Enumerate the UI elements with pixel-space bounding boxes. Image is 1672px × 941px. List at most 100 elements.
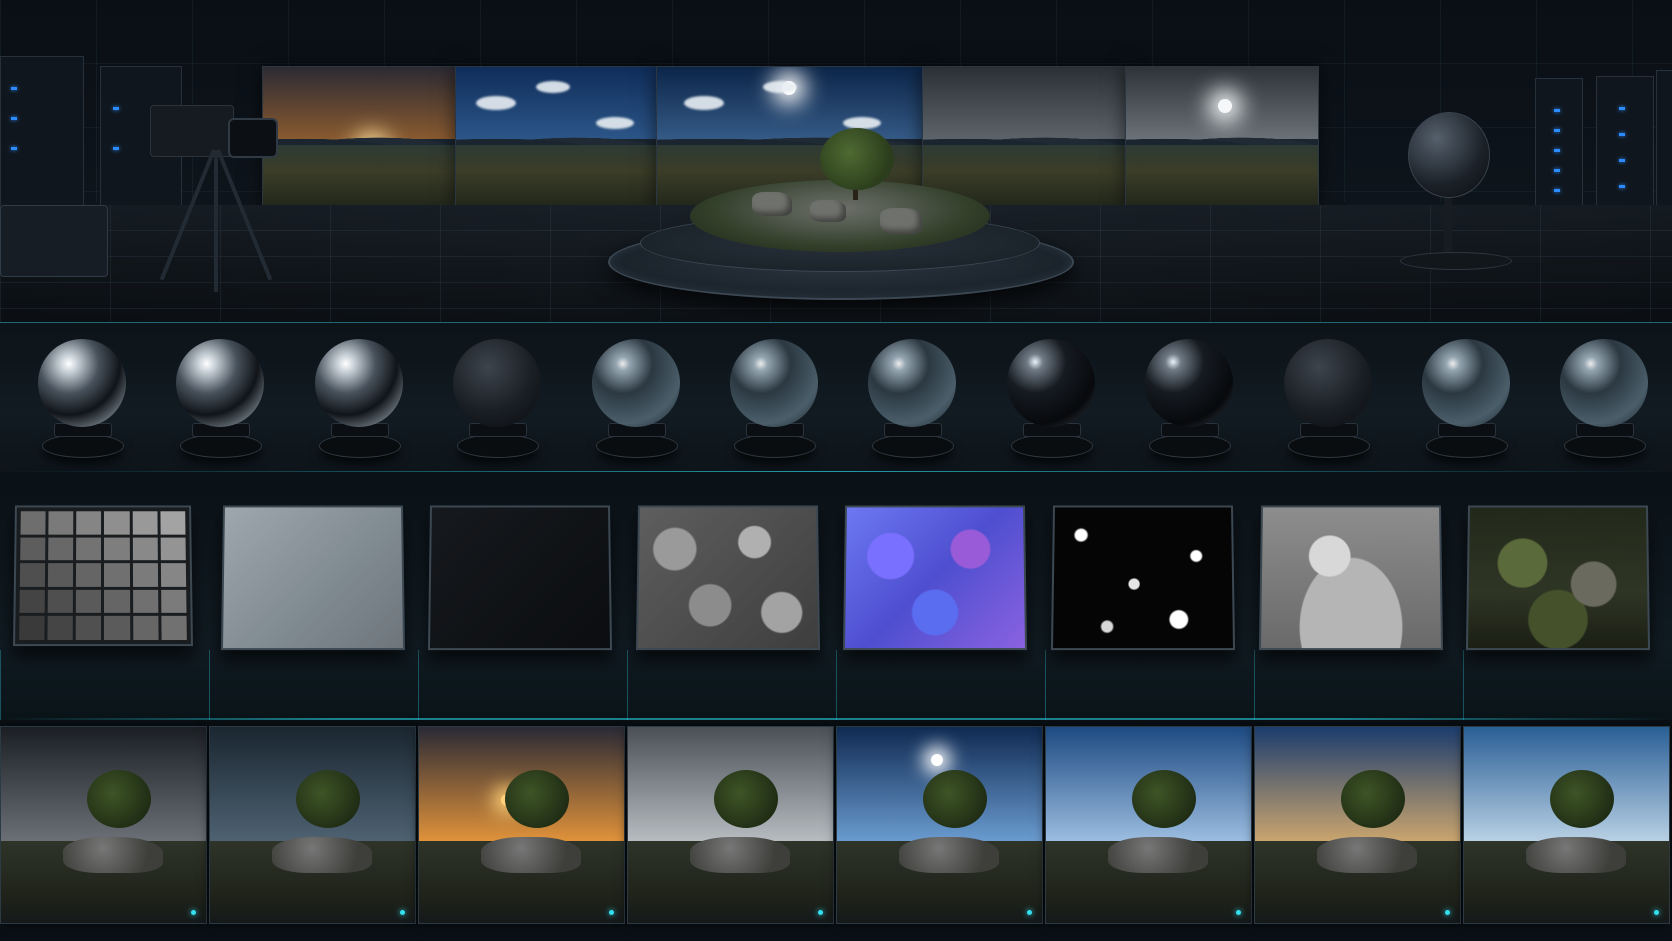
render-preview-golden-clouds xyxy=(1254,726,1461,924)
island-rock xyxy=(880,208,922,234)
preview-rocks xyxy=(271,836,372,873)
checker-swatch xyxy=(132,537,158,561)
checker-swatch xyxy=(132,589,159,614)
checker-swatch xyxy=(160,537,186,561)
probe-base xyxy=(457,434,540,458)
checker-swatch xyxy=(48,511,74,535)
landscape xyxy=(263,144,455,211)
checker-swatch xyxy=(19,616,45,641)
hdri-panel-overcast-sun xyxy=(1125,66,1319,212)
checker-swatch xyxy=(48,563,74,587)
preview-tree xyxy=(505,770,570,829)
status-indicator-dot xyxy=(191,910,196,915)
checker-swatch xyxy=(160,511,186,535)
checker-swatch xyxy=(20,537,46,561)
material-probe-matte xyxy=(449,339,545,459)
preview-tree xyxy=(1550,770,1615,829)
camera-stand xyxy=(1444,194,1452,256)
chrome-sphere xyxy=(176,339,265,427)
checker-swatch xyxy=(76,537,102,561)
island-rock xyxy=(810,200,846,222)
probe-base xyxy=(734,434,816,458)
texture-tile-normal-map xyxy=(843,505,1028,651)
probe-base xyxy=(595,434,678,458)
chrome-sphere xyxy=(38,339,126,427)
cinema-camera-icon xyxy=(150,105,234,157)
glass-sphere xyxy=(591,339,680,427)
preview-tree xyxy=(87,770,152,829)
probe-base xyxy=(180,434,263,458)
render-preview-stormy xyxy=(0,726,207,924)
matte-sphere xyxy=(453,339,542,427)
checker-swatch xyxy=(48,537,74,561)
material-probe-chrome xyxy=(172,339,268,459)
preview-rocks xyxy=(689,836,790,873)
hdri-panel-overcast xyxy=(922,66,1126,212)
status-indicator-dot xyxy=(818,910,823,915)
material-probe-glossy xyxy=(1003,339,1099,459)
material-probe-chrome xyxy=(311,339,407,459)
material-probe-glass xyxy=(726,339,822,459)
landscape xyxy=(456,144,656,211)
preview-rocks xyxy=(1107,836,1208,873)
island-rock xyxy=(752,192,792,216)
spherical-360-camera-icon xyxy=(1408,112,1490,198)
status-indicator-dot xyxy=(1445,910,1450,915)
camera-stand-base xyxy=(1400,252,1512,270)
texture-tile-black-card xyxy=(428,505,613,651)
status-indicator-dot xyxy=(1027,910,1032,915)
probe-base xyxy=(872,434,955,458)
checker-swatch xyxy=(104,511,130,535)
status-indicator-dot xyxy=(609,910,614,915)
camera-lens-icon xyxy=(228,118,278,158)
tripod-leg xyxy=(214,150,218,292)
glossy-sphere xyxy=(1145,339,1234,427)
render-preview-clear-sky-sun xyxy=(836,726,1043,924)
checker-swatch xyxy=(160,589,187,614)
status-indicator-dot xyxy=(1654,910,1659,915)
checker-swatch xyxy=(104,563,130,587)
preview-tree xyxy=(1341,770,1406,829)
probe-base xyxy=(1426,434,1508,458)
preview-rocks xyxy=(480,836,581,873)
checker-swatch xyxy=(76,511,102,535)
texture-tile-height-map xyxy=(635,505,820,651)
sun-icon xyxy=(1218,98,1233,113)
material-probe-chrome xyxy=(34,339,130,459)
texture-map-shelf xyxy=(0,472,1672,720)
probe-base xyxy=(318,434,401,458)
material-probe-glass xyxy=(1556,339,1652,459)
preview-rocks xyxy=(1316,836,1417,873)
preview-tree xyxy=(714,770,779,829)
checker-swatch xyxy=(132,511,158,535)
material-probe-matte xyxy=(1280,339,1376,459)
texture-tile-gray-card xyxy=(220,505,405,651)
material-probe-glass xyxy=(1418,339,1514,459)
hdri-stage xyxy=(0,0,1672,322)
checker-swatch xyxy=(160,563,187,587)
checker-swatch xyxy=(47,616,74,641)
checker-swatch xyxy=(76,616,102,641)
status-indicator-dot xyxy=(1236,910,1241,915)
checker-swatch xyxy=(104,537,130,561)
checker-swatch xyxy=(104,616,130,641)
status-indicator-dot xyxy=(400,910,405,915)
hdri-panel-sunset xyxy=(262,66,456,212)
texture-tile-ao-map xyxy=(1258,505,1443,651)
preview-rocks xyxy=(1525,836,1626,873)
checker-swatch xyxy=(76,563,102,587)
material-probe-glass xyxy=(864,339,960,459)
checker-swatch xyxy=(19,563,46,587)
checker-swatch xyxy=(104,589,130,614)
render-preview-blue-sky-clouds xyxy=(1045,726,1252,924)
preview-rocks xyxy=(898,836,999,873)
glass-sphere xyxy=(1422,339,1510,427)
material-probe-glossy xyxy=(1141,339,1237,459)
hdri-panel-blue-sky-clouds xyxy=(455,66,657,212)
cloud xyxy=(683,95,724,110)
probe-base xyxy=(42,434,124,458)
texture-tile-albedo-map xyxy=(1466,505,1651,651)
probe-base xyxy=(1149,434,1232,458)
server-rack-left-1 xyxy=(0,56,84,218)
glossy-sphere xyxy=(1006,339,1095,427)
